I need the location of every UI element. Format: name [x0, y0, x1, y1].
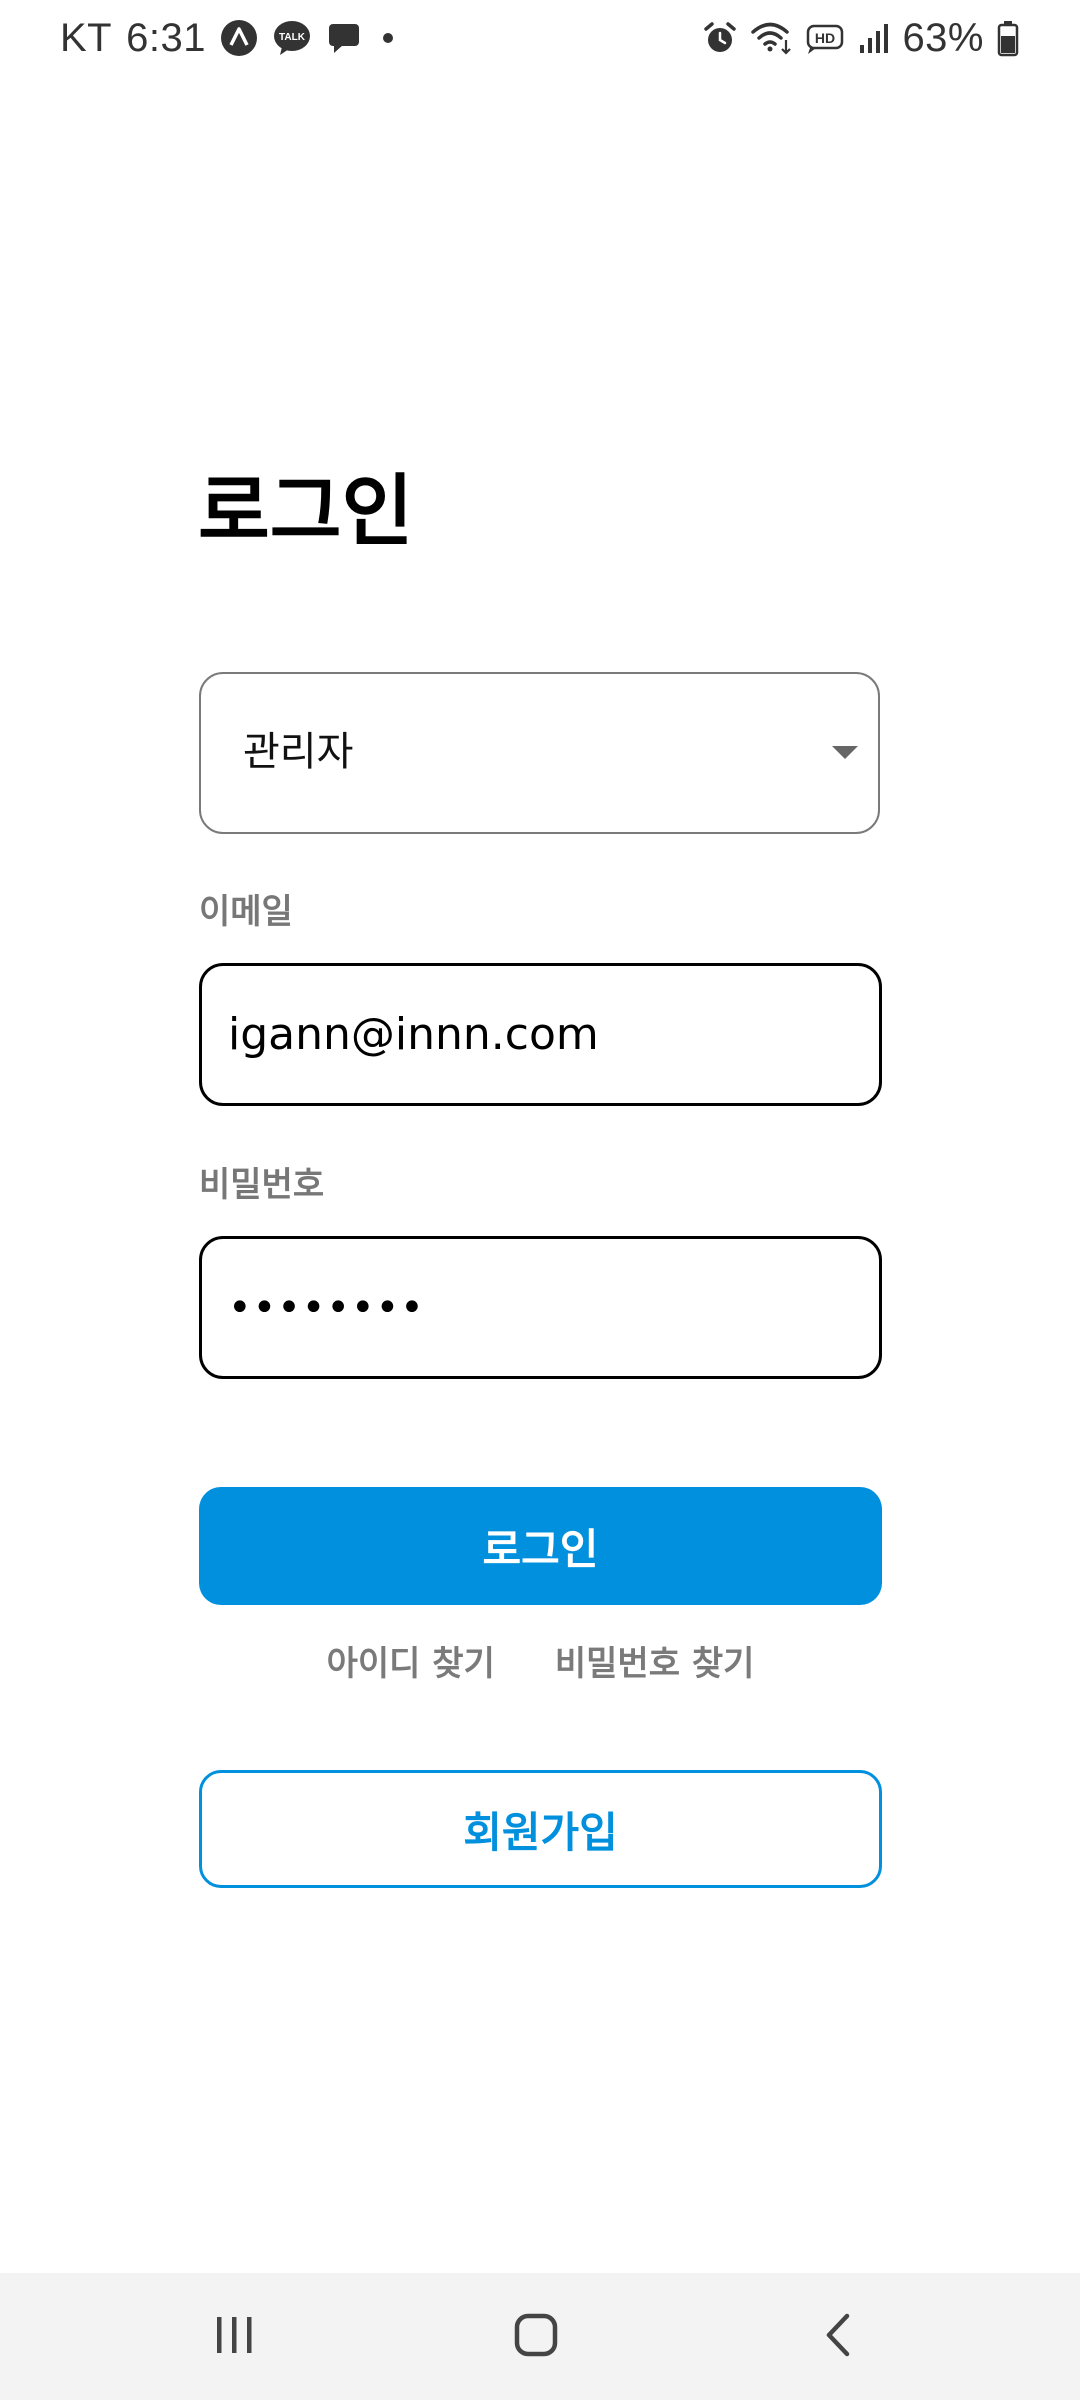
back-button[interactable]	[758, 2273, 918, 2400]
notification-dot-icon	[376, 26, 400, 50]
chat-bubble-icon	[326, 20, 362, 56]
navigation-bar	[0, 2273, 1080, 2400]
recent-apps-button[interactable]	[154, 2273, 314, 2400]
signal-icon	[858, 21, 890, 55]
wifi-icon	[750, 20, 794, 56]
back-icon	[823, 2312, 853, 2362]
find-password-link[interactable]: 비밀번호 찾기	[555, 1640, 755, 1688]
battery-icon	[996, 19, 1020, 57]
password-field[interactable]	[199, 1236, 882, 1379]
password-label: 비밀번호	[199, 1165, 325, 1205]
dropdown-caret-icon	[830, 740, 860, 764]
role-select[interactable]: 관리자	[199, 672, 880, 834]
carrier-label: KT	[60, 15, 113, 60]
alarm-icon	[702, 20, 738, 56]
hd-voice-icon: HD	[806, 21, 846, 55]
status-bar-right: HD 63%	[702, 8, 1020, 68]
status-bar-left: KT 6:31 TALK	[60, 8, 400, 68]
home-icon	[514, 2313, 558, 2361]
page-title: 로그인	[198, 467, 414, 557]
login-button[interactable]: 로그인	[199, 1487, 882, 1605]
hd-voice-text: HD	[815, 30, 835, 46]
recent-apps-icon	[212, 2314, 256, 2360]
email-label: 이메일	[199, 892, 293, 932]
clock: 6:31	[126, 15, 206, 60]
email-field[interactable]	[199, 963, 882, 1106]
battery-percent: 63%	[902, 15, 984, 60]
status-bar: KT 6:31 TALK HD 63%	[0, 0, 1080, 76]
find-id-link[interactable]: 아이디 찾기	[327, 1640, 495, 1688]
kakaotalk-badge-text: TALK	[279, 32, 306, 43]
home-button[interactable]	[456, 2273, 616, 2400]
kakaotalk-icon: TALK	[272, 19, 312, 57]
find-account-links: 아이디 찾기 비밀번호 찾기	[199, 1640, 882, 1688]
role-select-value: 관리자	[243, 729, 354, 775]
navigation-app-icon	[220, 19, 258, 57]
signup-button[interactable]: 회원가입	[199, 1770, 882, 1888]
